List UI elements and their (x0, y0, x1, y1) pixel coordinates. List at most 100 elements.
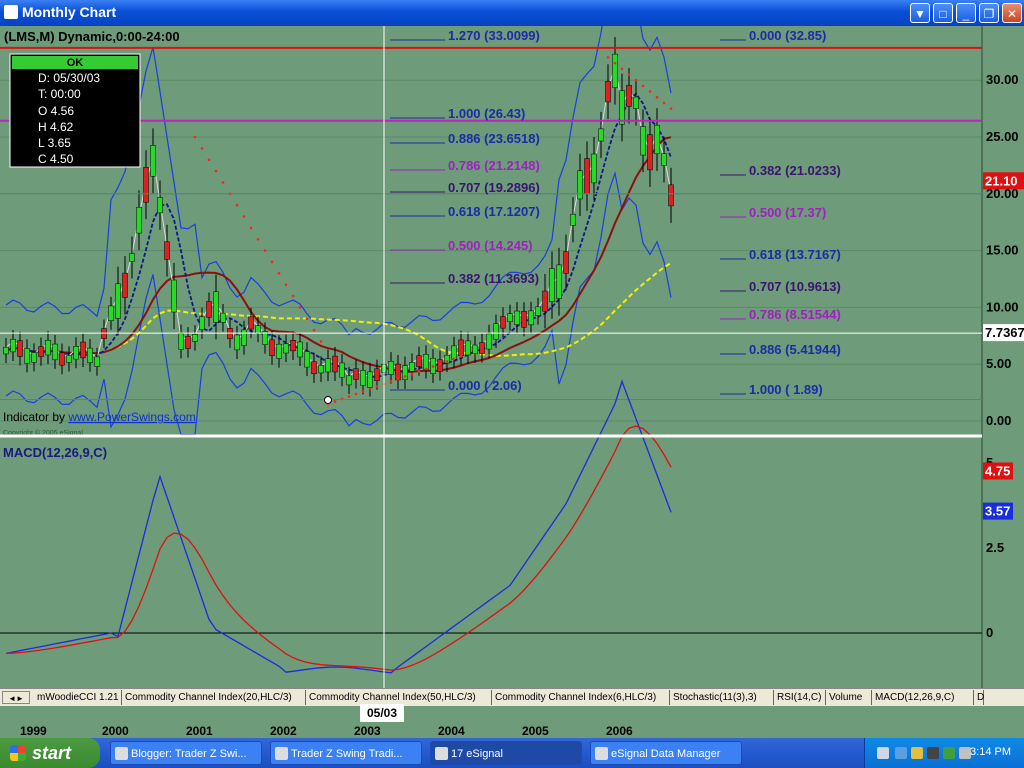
study-tab[interactable]: MACD(12,26,9,C) (872, 690, 974, 705)
taskbar-item-traderz[interactable]: Trader Z Swing Tradi... (270, 741, 422, 765)
study-tabs: mWoodieCCI 1.21 Commodity Channel Index(2… (0, 688, 1024, 707)
year-label: 2003 (354, 724, 381, 738)
candle-body (661, 153, 667, 166)
taskbar-item-data-manager[interactable]: eSignal Data Manager (590, 741, 742, 765)
tray-camera-icon[interactable] (927, 747, 939, 759)
maximize-pane-button[interactable]: □ (933, 3, 953, 23)
taskbar-item-esignal[interactable]: 17 eSignal (430, 741, 582, 765)
study-tab[interactable]: Commodity Channel Index(50,HLC/3) (306, 690, 492, 705)
psar-dot (270, 260, 274, 264)
year-label: 2006 (606, 724, 633, 738)
candle-body (157, 197, 163, 214)
psar-dot (256, 237, 260, 241)
psar-dot (403, 375, 407, 378)
psar-dot (606, 56, 610, 59)
psar-dot (263, 249, 267, 252)
candle-body (332, 355, 338, 373)
psar-dot (410, 372, 414, 376)
study-tab[interactable]: Commodity Channel Index(6,HLC/3) (492, 690, 670, 705)
candle-body (339, 362, 345, 378)
candle-body (416, 355, 422, 367)
price-tick-label: 15.00 (986, 243, 1019, 258)
tab-scroll-arrows[interactable]: ◄► (2, 691, 30, 704)
ohlc-high: H 4.62 (38, 120, 74, 134)
psar-dot (424, 367, 428, 371)
macd-tag-label: 3.57 (985, 504, 1010, 519)
cursor-date-label: 05/03 (360, 704, 404, 722)
psar-dot (375, 385, 379, 388)
psar-dot (354, 392, 358, 396)
psar-dot (333, 400, 337, 403)
study-tab[interactable]: mWoodieCCI 1.21 (34, 690, 122, 705)
fib-level-label: 0.707 (19.2896) (448, 180, 540, 195)
psar-dot (445, 360, 449, 363)
candle-body (171, 279, 177, 313)
psar-dot (284, 283, 288, 286)
ohlc-open: O 4.56 (38, 104, 74, 118)
tray-security-icon[interactable] (911, 747, 923, 759)
candle-body (346, 375, 352, 386)
candle-body (3, 346, 9, 355)
fib-level-label: 0.000 (32.85) (749, 28, 826, 43)
candle-body (472, 344, 478, 355)
candle-body (311, 361, 317, 375)
price-tick-label: 0.00 (986, 413, 1011, 428)
year-label: 2002 (270, 724, 297, 738)
ohlc-ok: OK (67, 57, 84, 69)
price-chart[interactable]: 1.270 (33.0099) 1.000 (26.43) 0.886 (23.65… (0, 26, 1024, 688)
candle-body (556, 264, 562, 299)
dropdown-button[interactable]: ▼ (910, 3, 930, 23)
candle-body (234, 334, 240, 351)
candle-body (353, 368, 359, 380)
candle-body (500, 316, 506, 329)
candle-body (409, 362, 415, 372)
year-label: 2004 (438, 724, 465, 738)
candle-body (549, 268, 555, 302)
fib-level-label: 1.000 ( 1.89) (749, 382, 823, 397)
price-tick-label: 5.00 (986, 356, 1011, 371)
candle-body (213, 291, 219, 323)
psar-dot (669, 107, 673, 110)
psar-dot (396, 377, 400, 381)
candle-body (129, 253, 135, 262)
candle-body (115, 283, 121, 319)
powerswings-link[interactable]: www.PowerSwings.com (67, 410, 195, 424)
candle-body (283, 343, 289, 354)
candle-body (612, 53, 618, 88)
fib-level-label: 0.382 (21.0233) (749, 163, 841, 178)
restore-button[interactable]: ❐ (979, 3, 999, 23)
fib-level-label: 0.000 ( 2.06) (448, 378, 522, 393)
candle-body (66, 355, 72, 363)
candle-body (52, 343, 58, 361)
windows-flag-icon (10, 745, 26, 761)
psar-dot (319, 340, 323, 343)
study-tab[interactable]: Volume (826, 690, 872, 705)
tray-app-icon[interactable] (943, 747, 955, 759)
candle-body (38, 346, 44, 357)
study-tab[interactable]: Stochastic(11(3),3) (670, 690, 774, 705)
tray-arrow-icon[interactable] (877, 747, 889, 759)
candle-body (465, 340, 471, 356)
time-axis: 1999 2000 2001 2002 2003 2004 2005 2006 (0, 706, 1024, 738)
year-label: 2005 (522, 724, 549, 738)
candle-body (535, 306, 541, 316)
candle-body (486, 333, 492, 350)
candle-body (297, 341, 303, 358)
candle-body (668, 184, 674, 207)
start-button[interactable]: start (0, 738, 100, 768)
candle-body (59, 352, 65, 366)
candle-body (276, 343, 282, 359)
browser-icon (115, 747, 128, 760)
minimize-button[interactable]: _ (956, 3, 976, 23)
psar-dot (417, 370, 421, 373)
psar-dot (459, 355, 463, 358)
tray-network-icon[interactable] (895, 747, 907, 759)
candle-body (493, 323, 499, 340)
taskbar-item-blogger[interactable]: Blogger: Trader Z Swi... (110, 741, 262, 765)
study-tab[interactable]: D (974, 690, 984, 705)
study-tab[interactable]: RSI(14,C) (774, 690, 826, 705)
psar-dot (431, 365, 435, 368)
ohlc-date: D: 05/30/03 (38, 71, 100, 85)
study-tab[interactable]: Commodity Channel Index(20,HLC/3) (122, 690, 306, 705)
close-button[interactable]: ✕ (1002, 3, 1022, 23)
